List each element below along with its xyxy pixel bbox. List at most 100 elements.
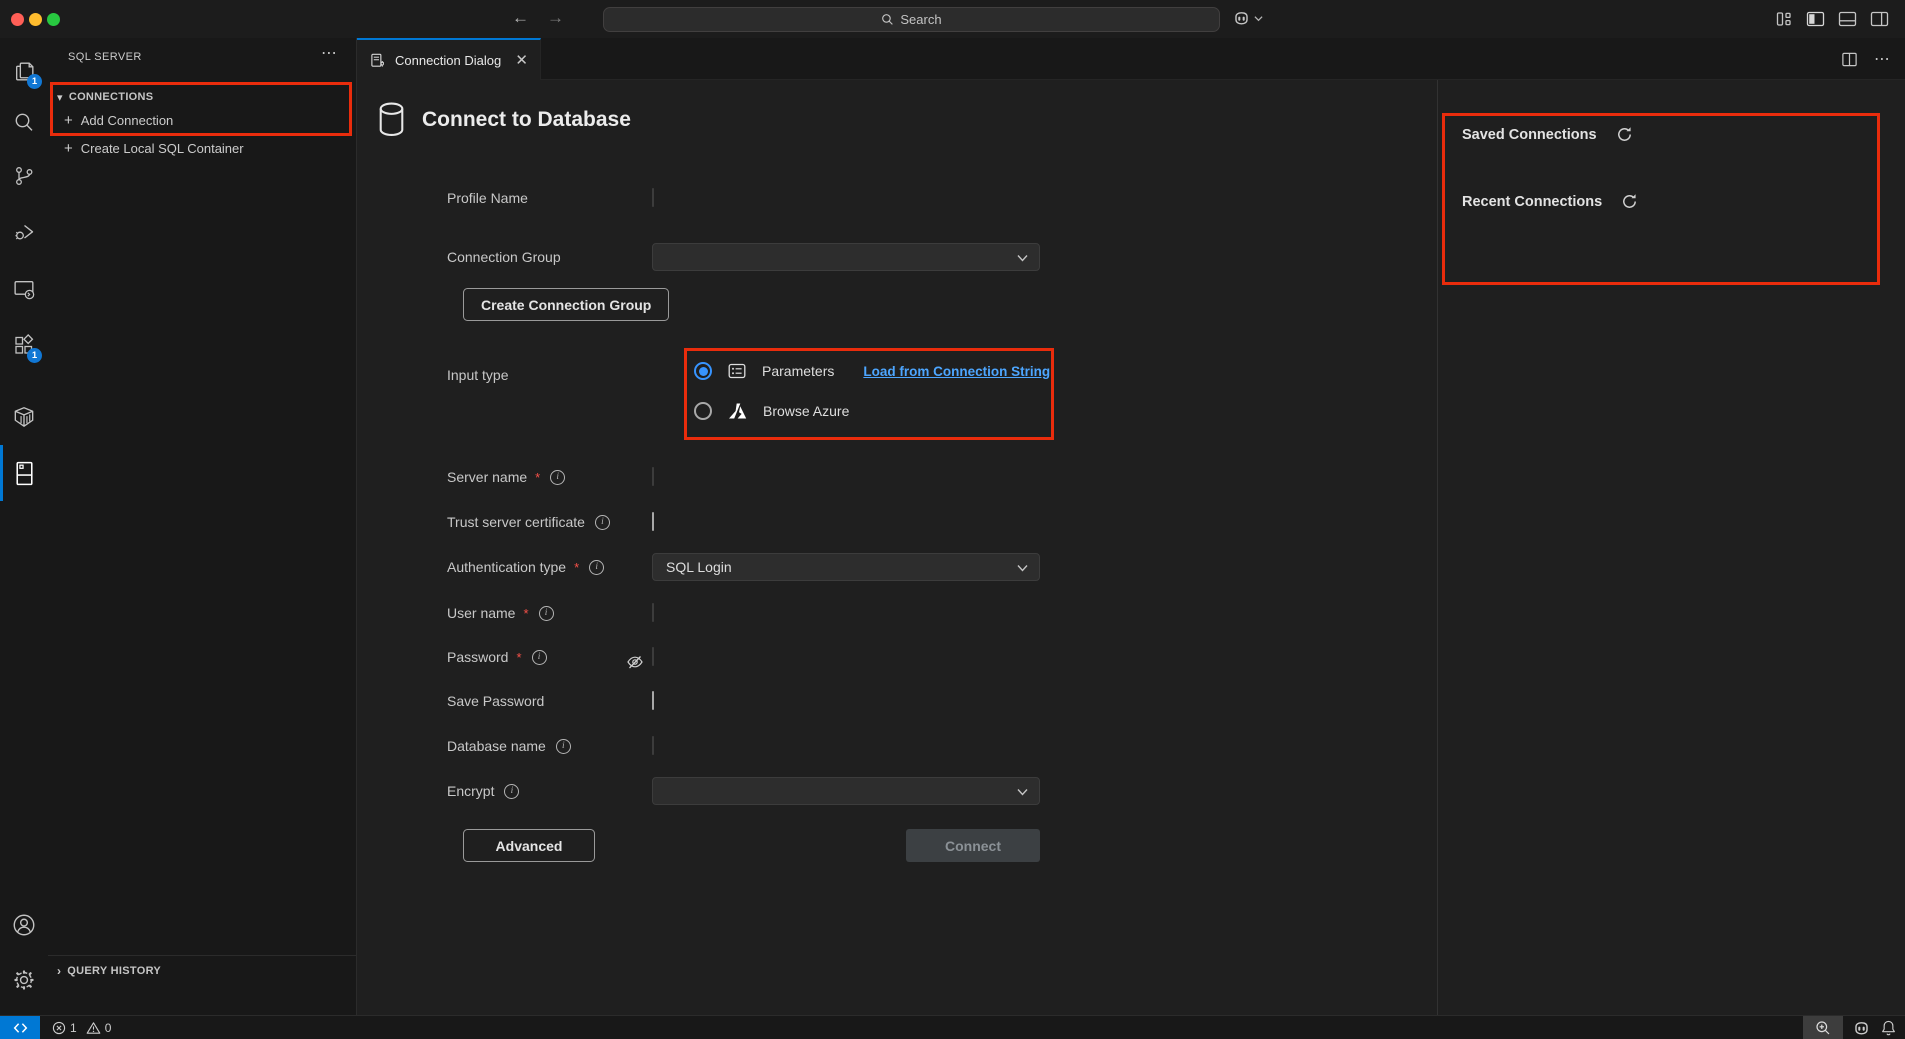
database-name-label: Database namei (447, 738, 571, 754)
encrypt-label: Encrypti (447, 783, 519, 799)
saved-connections-header: Saved Connections (1462, 127, 1597, 143)
info-icon: i (550, 470, 565, 485)
copilot-icon (1232, 9, 1251, 28)
account-icon (11, 912, 37, 938)
copilot-status-icon[interactable] (1852, 1019, 1871, 1038)
activitybar-settings[interactable] (0, 956, 48, 1004)
refresh-icon[interactable] (1616, 126, 1633, 143)
refresh-icon[interactable] (1621, 193, 1638, 210)
sidebar-sql-server: SQL SERVER ⋯ ▾ CONNECTIONS + Add Connect… (48, 38, 357, 1015)
recent-connections-header: Recent Connections (1462, 194, 1602, 210)
close-window-button[interactable] (11, 13, 24, 26)
eye-off-icon[interactable] (626, 653, 644, 671)
authentication-type-select[interactable]: SQL Login (652, 553, 1040, 581)
plus-icon: + (64, 112, 73, 129)
load-from-connection-string-link[interactable]: Load from Connection String (863, 364, 1050, 379)
connect-button[interactable]: Connect (906, 829, 1040, 862)
connection-group-select[interactable] (652, 243, 1040, 271)
info-icon: i (556, 739, 571, 754)
advanced-button[interactable]: Advanced (463, 829, 595, 862)
server-name-input[interactable] (652, 467, 654, 486)
user-name-label: User name*i (447, 605, 554, 621)
toggle-primary-sidebar-icon[interactable] (1806, 10, 1825, 28)
create-connection-group-button[interactable]: Create Connection Group (463, 288, 669, 321)
back-icon[interactable]: ← (512, 8, 529, 28)
activitybar-source-control[interactable] (0, 152, 48, 200)
info-icon: i (539, 606, 554, 621)
activitybar-explorer[interactable]: 1 (0, 47, 48, 95)
sidebar-more-actions-icon[interactable]: ⋯ (321, 43, 338, 63)
add-connection-item[interactable]: + Add Connection (48, 108, 356, 132)
title-bar: ← → Search (0, 0, 1905, 38)
password-input[interactable] (652, 647, 654, 666)
trust-server-certificate-checkbox[interactable] (652, 512, 654, 531)
activitybar-remote-explorer[interactable] (0, 265, 48, 313)
trust-server-certificate-label: Trust server certificatei (447, 514, 610, 530)
profile-name-input[interactable] (652, 188, 654, 207)
radio-selected-icon[interactable] (694, 362, 712, 380)
query-history-section-header[interactable]: › QUERY HISTORY (48, 955, 356, 985)
plus-icon: + (64, 140, 73, 157)
database-name-input[interactable] (652, 736, 654, 755)
save-password-label: Save Password (447, 693, 544, 709)
minimize-window-button[interactable] (29, 13, 42, 26)
info-icon: i (504, 784, 519, 799)
dialog-title: Connect to Database (422, 108, 631, 132)
radio-unselected-icon[interactable] (694, 402, 712, 420)
search-icon (12, 110, 36, 134)
remote-indicator[interactable] (0, 1016, 40, 1039)
authentication-type-label: Authentication type*i (447, 559, 604, 575)
chevron-down-icon (1017, 254, 1028, 262)
extensions-badge: 1 (27, 348, 42, 363)
password-label: Password*i (447, 649, 547, 665)
activitybar-containers[interactable] (0, 393, 48, 441)
user-name-input[interactable] (652, 603, 654, 622)
warning-icon (86, 1021, 101, 1035)
tab-connection-dialog[interactable]: Connection Dialog ✕ (357, 38, 541, 80)
input-type-parameters-option[interactable]: Parameters Load from Connection String (694, 361, 1050, 381)
explorer-badge: 1 (27, 74, 42, 89)
split-editor-icon[interactable] (1841, 51, 1858, 68)
connection-dialog-webview: Connect to Database Profile Name Connect… (357, 80, 1905, 1015)
create-local-sql-container-item[interactable]: + Create Local SQL Container (48, 136, 356, 160)
command-center-search[interactable]: Search (603, 7, 1220, 32)
chevron-down-icon (1254, 15, 1263, 22)
activitybar-search[interactable] (0, 98, 48, 146)
input-type-label: Input type (447, 367, 509, 383)
status-bar: 1 0 (0, 1015, 1905, 1039)
connection-dialog-tab-icon (370, 52, 387, 69)
connections-section-header[interactable]: ▾ CONNECTIONS (48, 85, 356, 109)
vscode-window: ← → Search 1 (0, 0, 1905, 1039)
activitybar-run-debug[interactable] (0, 208, 48, 256)
zoom-status-item[interactable] (1803, 1016, 1843, 1039)
toggle-panel-icon[interactable] (1838, 10, 1857, 28)
activitybar-accounts[interactable] (0, 901, 48, 949)
forward-icon[interactable]: → (547, 8, 564, 28)
input-type-browse-azure-option[interactable]: Browse Azure (694, 401, 849, 421)
activitybar-extensions[interactable]: 1 (0, 321, 48, 369)
database-icon (377, 101, 406, 138)
copilot-menu[interactable] (1232, 9, 1263, 28)
bell-icon[interactable] (1880, 1019, 1897, 1037)
maximize-window-button[interactable] (47, 13, 60, 26)
editor-more-actions-icon[interactable]: ⋯ (1874, 49, 1891, 69)
profile-name-label: Profile Name (447, 190, 528, 206)
sidebar-title: SQL SERVER (68, 51, 142, 63)
sql-server-icon (12, 460, 37, 487)
toggle-secondary-sidebar-icon[interactable] (1870, 10, 1889, 28)
connection-group-label: Connection Group (447, 249, 561, 265)
problems-status[interactable]: 1 0 (52, 1021, 111, 1035)
customize-layout-icon[interactable] (1775, 10, 1793, 28)
save-password-checkbox[interactable] (652, 691, 654, 710)
tab-label: Connection Dialog (395, 53, 501, 68)
close-icon[interactable]: ✕ (515, 51, 528, 69)
remote-explorer-icon (12, 277, 37, 302)
info-icon: i (589, 560, 604, 575)
info-icon: i (532, 650, 547, 665)
gear-icon (11, 967, 37, 993)
activitybar-sql-server[interactable] (0, 449, 48, 497)
encrypt-select[interactable] (652, 777, 1040, 805)
error-icon (52, 1021, 66, 1035)
error-count: 1 (70, 1021, 77, 1035)
active-view-indicator (0, 445, 3, 501)
